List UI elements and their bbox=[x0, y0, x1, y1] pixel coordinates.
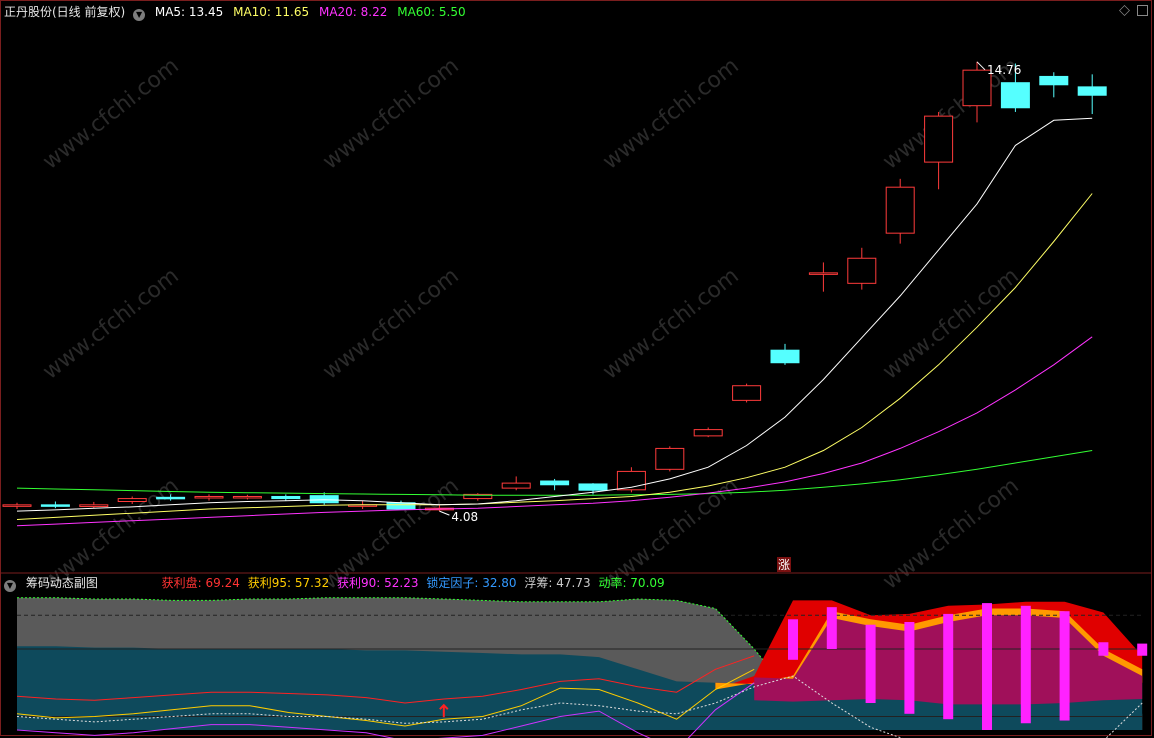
magenta-bar bbox=[943, 613, 954, 720]
candle-body bbox=[885, 186, 915, 234]
candle-body bbox=[271, 495, 301, 500]
magenta-bar bbox=[1098, 642, 1109, 656]
sub-chart bbox=[16, 597, 1148, 738]
magenta-bar bbox=[1020, 605, 1031, 724]
candle-body bbox=[501, 482, 531, 489]
low-price-label: 4.08 bbox=[451, 510, 478, 524]
profit95-label: 获利95: 57.32 bbox=[247, 576, 330, 590]
watermark-text: www.cfchi.com bbox=[318, 263, 463, 384]
candle-body bbox=[117, 498, 147, 502]
candle-body bbox=[808, 272, 838, 275]
candle-body bbox=[732, 385, 762, 401]
watermark-layer: www.cfchi.com www.cfchi.com www.cfchi.com w… bbox=[38, 53, 1023, 594]
ma20-label: MA20: 8.22 bbox=[318, 5, 388, 19]
candle-body bbox=[156, 496, 186, 500]
chevron-down-icon[interactable]: ▼ bbox=[4, 580, 16, 592]
high-pointer bbox=[976, 61, 986, 71]
watermark-text: www.cfchi.com bbox=[38, 263, 183, 384]
candle-body bbox=[540, 480, 570, 486]
magenta-bar bbox=[1059, 611, 1070, 721]
candle-body bbox=[1039, 75, 1069, 86]
main-chart-header: 正丹股份(日线 前复权) ▼ MA5: 13.45 MA10: 11.65 MA… bbox=[4, 4, 472, 21]
candle-body bbox=[1000, 82, 1030, 109]
watermark-text: www.cfchi.com bbox=[878, 473, 1023, 594]
magenta-bar bbox=[788, 619, 798, 660]
profit-ratio-label: 获利盘: 69.24 bbox=[161, 576, 240, 590]
watermark-text: www.cfchi.com bbox=[598, 53, 743, 174]
magenta-bar bbox=[826, 607, 837, 649]
candle-body bbox=[693, 429, 723, 437]
watermark-text: www.cfchi.com bbox=[598, 263, 743, 384]
ma10-line bbox=[16, 193, 1093, 520]
candle-body bbox=[232, 495, 262, 499]
ma60-label: MA60: 5.50 bbox=[397, 5, 466, 19]
candle-body bbox=[1077, 86, 1107, 96]
candle-body bbox=[655, 447, 685, 470]
stock-title: 正丹股份(日线 前复权) bbox=[4, 5, 126, 19]
profit90-label: 获利90: 52.23 bbox=[337, 576, 419, 590]
ma10-label: MA10: 11.65 bbox=[233, 5, 310, 19]
floating-chips-label: 浮筹: 47.73 bbox=[524, 576, 591, 590]
lock-factor-label: 锁定因子: 32.80 bbox=[426, 576, 517, 590]
candle-body bbox=[924, 115, 954, 163]
candle-body bbox=[194, 495, 224, 499]
magenta-bar bbox=[904, 622, 915, 714]
candle-body bbox=[770, 349, 800, 364]
candle-body bbox=[79, 504, 109, 508]
candle-body bbox=[2, 504, 32, 507]
high-price-label: 14.76 bbox=[987, 63, 1021, 77]
watermark-text: www.cfchi.com bbox=[878, 263, 1023, 384]
zhang-badge-text: 涨 bbox=[778, 557, 790, 572]
magenta-bar bbox=[1137, 643, 1148, 656]
magenta-bar bbox=[982, 603, 992, 730]
candle-body bbox=[40, 504, 70, 507]
momentum-label: 动率: 70.09 bbox=[598, 576, 665, 590]
sub-chart-title: 筹码动态副图 bbox=[25, 576, 98, 590]
chevron-down-icon[interactable]: ▼ bbox=[133, 9, 146, 21]
sub-chart-header: ▼ 筹码动态副图 获利盘: 69.24 获利95: 57.32 获利90: 52… bbox=[4, 575, 669, 592]
candle-body bbox=[847, 257, 877, 284]
watermark-text: www.cfchi.com bbox=[318, 53, 463, 174]
chart-canvas: www.cfchi.com www.cfchi.com www.cfchi.com w… bbox=[0, 53, 1152, 738]
candle-body bbox=[309, 495, 339, 504]
magenta-bar bbox=[865, 624, 876, 703]
candle-body bbox=[578, 483, 608, 491]
watermark-text: www.cfchi.com bbox=[38, 53, 183, 174]
window-icon[interactable] bbox=[1137, 5, 1148, 16]
low-pointer bbox=[439, 510, 450, 516]
ma5-label: MA5: 13.45 bbox=[154, 5, 224, 19]
ma5-line bbox=[16, 117, 1093, 512]
